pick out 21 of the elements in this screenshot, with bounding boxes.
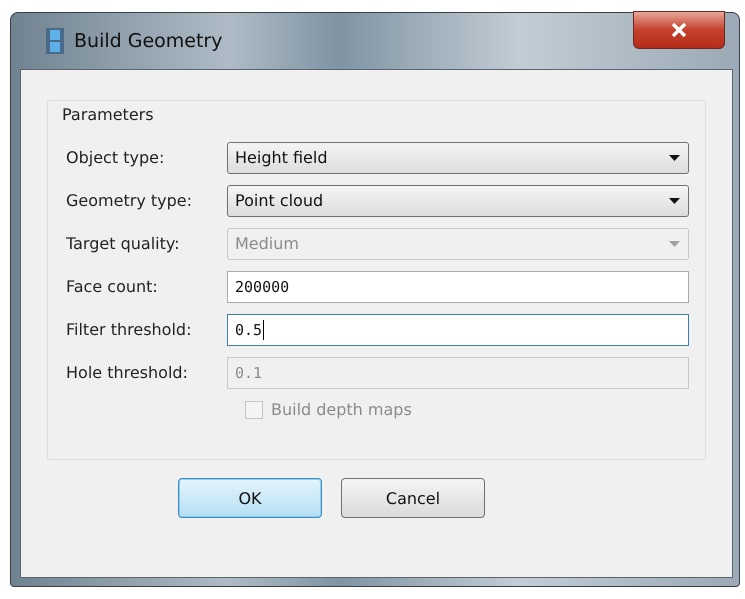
input-field[interactable]: 0.5 bbox=[227, 314, 689, 346]
dialog-button[interactable]: OK bbox=[178, 478, 322, 518]
field-label: Filter threshold: bbox=[66, 320, 192, 339]
field-label: Target quality: bbox=[66, 234, 181, 253]
field-label: Object type: bbox=[66, 148, 166, 167]
checkbox-label: Build depth maps bbox=[271, 400, 412, 419]
caret-icon bbox=[669, 240, 680, 246]
close-button[interactable] bbox=[633, 11, 725, 49]
window-title: Build Geometry bbox=[74, 30, 222, 52]
field-label: Face count: bbox=[66, 277, 159, 296]
caret-icon bbox=[669, 154, 680, 160]
dropdown[interactable]: Height field bbox=[227, 142, 689, 174]
dialog-button[interactable]: Cancel bbox=[341, 478, 485, 518]
field-label: Geometry type: bbox=[66, 191, 193, 210]
dropdown[interactable]: Point cloud bbox=[227, 184, 689, 216]
caret-icon bbox=[669, 198, 680, 204]
group-title: Parameters bbox=[62, 105, 154, 124]
film-icon bbox=[46, 28, 64, 54]
close-icon bbox=[671, 23, 687, 37]
input-field[interactable]: 200000 bbox=[227, 270, 689, 302]
field-label: Hole threshold: bbox=[66, 363, 189, 382]
